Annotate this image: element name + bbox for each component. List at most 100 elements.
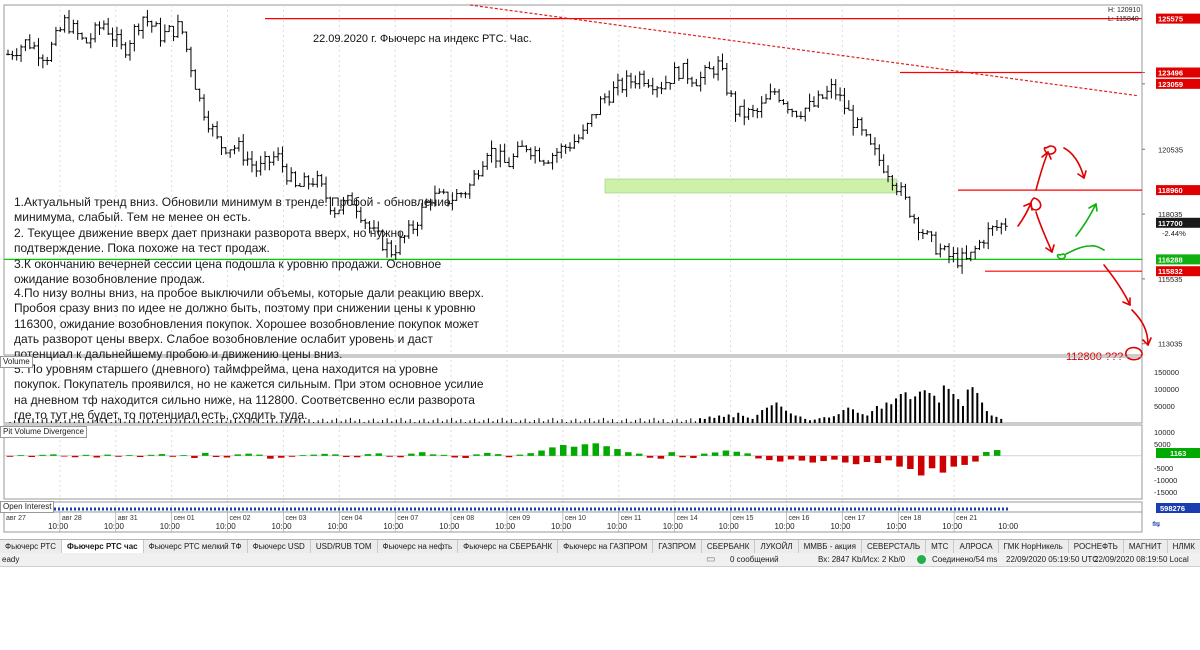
- forecast-path: [1065, 245, 1105, 255]
- price-level-label: 123059: [1158, 80, 1183, 89]
- time-axis-time: 10:00: [607, 522, 628, 531]
- volume-panel-label: Volume: [0, 356, 33, 368]
- time-axis-date: сен 11: [621, 515, 642, 522]
- time-axis-date: авг 27: [6, 515, 26, 522]
- time-axis-date: сен 10: [565, 515, 586, 522]
- sync-icon: ⇋: [1152, 519, 1160, 530]
- support-zone: [604, 178, 898, 194]
- time-axis-date: сен 02: [230, 515, 251, 522]
- time-axis-date: сен 21: [956, 515, 977, 522]
- time-axis-time: 10:00: [663, 522, 684, 531]
- divergence-panel: 10000 50001163 -5000 -10000 -15000: [3, 424, 1200, 500]
- time-axis-time: 10:00: [327, 522, 348, 531]
- forecast-arrow: [1063, 147, 1085, 179]
- chart-tab[interactable]: Фьючерс на нефть: [378, 540, 459, 553]
- time-axis-time: 10:00: [551, 522, 572, 531]
- analysis-note-5: 5. По уровням старшего (дневного) таймфр…: [14, 362, 484, 422]
- status-messages[interactable]: 0 сообщений: [730, 555, 779, 564]
- chart-tab[interactable]: Фьючерс USD: [248, 540, 311, 553]
- chart-tab[interactable]: Фьючерс на СБЕРБАНК: [458, 540, 559, 553]
- time-axis-date: сен 16: [788, 515, 809, 522]
- chart-tab[interactable]: ЛУКОЙЛ: [755, 540, 799, 553]
- time-axis-time: 10:00: [383, 522, 404, 531]
- divergence-panel-label: Pit Volume Divergence: [0, 426, 87, 438]
- time-axis-time: 10:00: [775, 522, 796, 531]
- chart-tab[interactable]: Фьючерс РТС мелкий ТФ: [144, 540, 248, 553]
- chart-tab[interactable]: ГМК НорНикель: [999, 540, 1069, 553]
- time-axis-date: сен 04: [341, 515, 362, 522]
- price-axis-label: 118035: [1158, 210, 1182, 219]
- analysis-note-1: 1.Актуальный тренд вниз. Обновили миниму…: [14, 195, 451, 225]
- forecast-arrow: [1075, 203, 1097, 237]
- forecast-circle: [1056, 253, 1066, 260]
- price-level-label: 115832: [1158, 267, 1183, 276]
- chart-tab[interactable]: ММВБ - акция: [799, 540, 862, 553]
- chart-tab[interactable]: USD/RUB TOM: [311, 540, 378, 553]
- price-axis-label: 120535: [1158, 145, 1183, 154]
- price-axis-label: 115535: [1158, 275, 1182, 284]
- oi-value-label: 598276: [1160, 504, 1185, 513]
- time-axis-date: сен 07: [397, 515, 418, 522]
- volume-axis-label: 50000: [1154, 402, 1175, 411]
- time-axis-time: 10:00: [439, 522, 460, 531]
- time-axis-date: сен 17: [844, 515, 865, 522]
- status-connection: Соединено/54 ms: [932, 555, 998, 564]
- chart-low-info: L: 115840: [1108, 16, 1139, 23]
- price-axis-label: 113035: [1158, 340, 1182, 349]
- analysis-note-3: 3.К окончанию вечерней сессии цена подош…: [14, 257, 442, 287]
- divergence-axis-label: 5000: [1154, 440, 1171, 449]
- chart-tab[interactable]: РОСНЕФТЬ: [1069, 540, 1124, 553]
- price-level-label: 118960: [1158, 186, 1183, 195]
- time-axis-date: сен 14: [677, 515, 698, 522]
- time-axis-date: сен 01: [174, 515, 195, 522]
- chart-tab[interactable]: ГАЗПРОМ: [653, 540, 702, 553]
- chart-tab[interactable]: АЛРОСА: [954, 540, 999, 553]
- time-axis-time: 10:00: [886, 522, 907, 531]
- chart-tab[interactable]: МАГНИТ: [1124, 540, 1168, 553]
- price-level-label: 117700: [1158, 219, 1183, 228]
- forecast-circle: [1043, 145, 1057, 155]
- chart-tab[interactable]: СБЕРБАНК: [702, 540, 756, 553]
- status-traffic: Вх: 2847 Kb/Исх: 2 Kb/0: [818, 555, 906, 564]
- forecast-arrow: [1035, 211, 1053, 253]
- forecast-arrow: [1131, 309, 1149, 346]
- price-level-label: 123496: [1158, 69, 1183, 78]
- divergence-axis-label: -15000: [1154, 488, 1177, 497]
- time-axis-time: 10:00: [942, 522, 963, 531]
- divergence-axis-label: -5000: [1154, 464, 1173, 473]
- time-axis-time: 10:00: [998, 522, 1019, 531]
- time-axis-time: 10:00: [495, 522, 516, 531]
- time-axis-time: 10:00: [272, 522, 293, 531]
- time-axis-date: сен 03: [285, 515, 306, 522]
- time-axis-time: 10:00: [160, 522, 181, 531]
- divergence-panel-frame: [3, 424, 1143, 500]
- status-local-time: 22/09/2020 08:19:50 Local: [1094, 555, 1189, 564]
- chart-tabs-bar: Фьючерс РТС Фьючерс РТС час Фьючерс РТС ме…: [0, 539, 1200, 554]
- divergence-value-label: 1163: [1170, 449, 1186, 458]
- chart-high-info: H: 120910: [1108, 7, 1140, 14]
- chart-tab[interactable]: СЕВЕРСТАЛЬ: [862, 540, 927, 553]
- messages-icon: ▭: [706, 554, 716, 565]
- price-change-label: -2.44%: [1162, 229, 1186, 238]
- chart-tab[interactable]: Фьючерс на ГАЗПРОМ: [558, 540, 654, 553]
- time-axis-time: 10:00: [48, 522, 69, 531]
- divergence-axis-label: -10000: [1154, 476, 1177, 485]
- chart-tab[interactable]: Фьючерс РТС: [0, 540, 63, 553]
- chart-tab[interactable]: Фьючерс РТС час: [62, 540, 144, 553]
- price-level-label: 116288: [1158, 255, 1183, 264]
- chart-tab[interactable]: МТС: [926, 540, 955, 553]
- time-axis-time: 10:00: [719, 522, 740, 531]
- time-axis: авг 2710:00авг 2810:00авг 3110:00сен 011…: [3, 511, 1160, 533]
- time-axis-date: сен 15: [733, 515, 754, 522]
- volume-axis-label: 100000: [1154, 385, 1179, 394]
- analysis-note-2: 2. Текущее движение вверх дает признаки …: [14, 226, 404, 256]
- status-bar: eady ▭ 0 сообщений Вх: 2847 Kb/Исх: 2 Kb…: [0, 553, 1200, 567]
- volume-axis-label: 150000: [1154, 368, 1179, 377]
- target-circle: [1125, 346, 1143, 361]
- chart-tab[interactable]: НЛМК: [1168, 540, 1200, 553]
- status-ready: eady: [2, 555, 20, 564]
- analysis-note-4: 4.По низу волны вниз, на пробое выключил…: [14, 286, 484, 362]
- price-level-label: 125575: [1158, 15, 1183, 24]
- chart-title: 22.09.2020 г. Фьючерс на индекс РТС. Час…: [313, 33, 532, 45]
- time-axis-date: сен 18: [900, 515, 921, 522]
